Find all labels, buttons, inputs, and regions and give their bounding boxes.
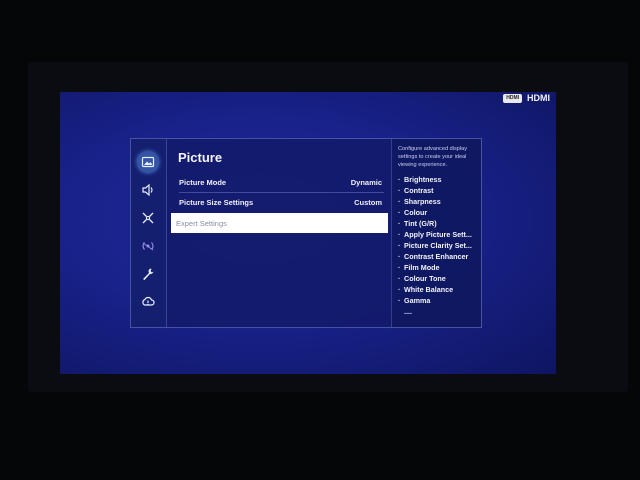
page-title: Picture [178,150,223,165]
list-item: · Colour [398,208,428,217]
picture-icon[interactable] [137,151,159,173]
settings-category-bar [131,139,167,327]
list-item: · White Balance [398,285,454,294]
sound-icon[interactable] [137,179,159,201]
help-panel: Configure advanced display settings to c… [391,139,481,327]
menu-item-label: Expert Settings [176,218,227,228]
support-icon[interactable] [137,291,159,313]
settings-panel: Picture Picture Mode Dynamic Picture Siz… [130,138,482,328]
list-item: · Tint (G/R) [398,219,437,228]
list-item: · Film Mode [398,263,440,272]
list-item: · Contrast [398,186,434,195]
list-item: · Picture Clarity Set... [398,241,472,250]
input-source-label: HDMI [527,93,550,103]
wrench-icon[interactable] [137,263,159,285]
help-description: Configure advanced display settings to c… [398,146,468,168]
menu-item-label: Picture Size Settings [179,197,254,207]
menu-item-value: Custom [354,197,382,207]
broadcasting-icon[interactable] [137,235,159,257]
list-item: · Colour Tone [398,274,446,283]
network-icon[interactable] [137,207,159,229]
tv-screen: HDMI HDMI Picture Picture Mode Dynamic P… [60,92,556,374]
list-item: · Gamma [398,296,431,305]
list-item: · Apply Picture Sett... [398,230,472,239]
expert-settings-preview-list: · Brightness · Contrast · Sharpness · Colour… [398,174,475,317]
list-item: .... [404,307,412,316]
list-item: · Brightness [398,175,442,184]
input-source-indicator: HDMI HDMI [503,93,550,103]
list-item: · Contrast Enhancer [398,252,469,261]
menu-item-label: Picture Mode [179,177,227,187]
menu-item-picture-size-settings[interactable]: Picture Size Settings Custom [179,193,384,211]
hdmi-badge-icon: HDMI [503,93,522,103]
picture-settings-list: Picture Picture Mode Dynamic Picture Siz… [167,139,391,327]
menu-item-expert-settings[interactable]: Expert Settings [171,213,388,233]
menu-item-value: Dynamic [350,177,382,187]
list-item: · Sharpness [398,197,441,206]
menu-item-picture-mode[interactable]: Picture Mode Dynamic [179,173,384,191]
